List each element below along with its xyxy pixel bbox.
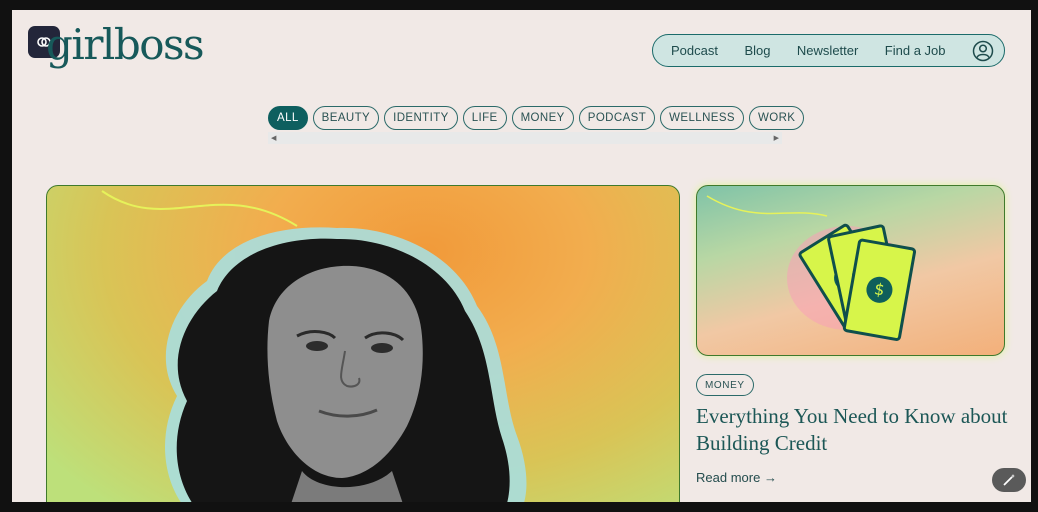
category-scrollbar[interactable]: ◀ ▶ — [268, 132, 782, 144]
category-work[interactable]: WORK — [749, 106, 805, 130]
category-money[interactable]: MONEY — [511, 106, 574, 130]
category-beauty[interactable]: BEAUTY — [312, 106, 380, 130]
category-all[interactable]: ALL — [268, 106, 308, 130]
nav-podcast[interactable]: Podcast — [671, 43, 718, 58]
money-bills-icon: $ $ $ — [706, 195, 917, 342]
read-more-label: Read more — [696, 470, 761, 485]
nav-blog[interactable]: Blog — [744, 43, 770, 58]
portrait-photo — [101, 190, 527, 502]
scroll-left-icon[interactable]: ◀ — [271, 134, 276, 142]
hero-article-image[interactable] — [46, 185, 680, 502]
category-podcast[interactable]: PODCAST — [578, 106, 656, 130]
arrow-right-icon: → — [763, 470, 777, 485]
top-nav: Podcast Blog Newsletter Find a Job — [652, 34, 1005, 67]
page: girlboss Podcast Blog Newsletter Find a … — [12, 10, 1031, 502]
nav-find-a-job[interactable]: Find a Job — [885, 43, 946, 58]
magic-wand-icon — [1003, 474, 1015, 486]
user-circle-icon[interactable] — [972, 40, 994, 62]
article-image[interactable]: $ $ $ — [696, 185, 1005, 356]
category-identity[interactable]: IDENTITY — [384, 106, 458, 130]
article-title[interactable]: Everything You Need to Know about Buildi… — [696, 403, 1016, 457]
site-logo[interactable]: girlboss — [46, 24, 205, 66]
category-filter: ALL BEAUTY IDENTITY LIFE MONEY PODCAST W… — [268, 106, 805, 130]
magic-wand-button[interactable] — [992, 468, 1026, 492]
nav-newsletter[interactable]: Newsletter — [797, 43, 858, 58]
read-more-link[interactable]: Read more → — [696, 470, 777, 485]
article-category-tag[interactable]: MONEY — [696, 374, 754, 396]
category-wellness[interactable]: WELLNESS — [660, 106, 744, 130]
category-life[interactable]: LIFE — [462, 106, 507, 130]
scroll-right-icon[interactable]: ▶ — [774, 134, 779, 142]
